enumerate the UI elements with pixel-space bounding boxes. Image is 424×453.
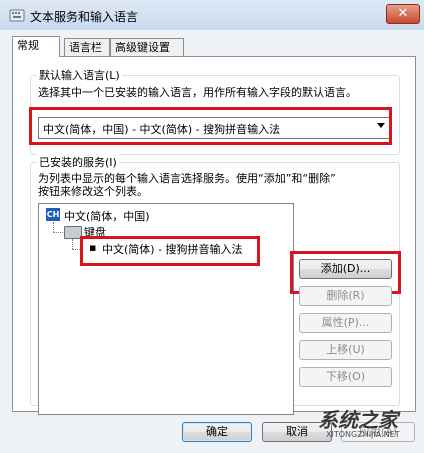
window-title: 文本服务和输入语言 [30,10,139,24]
watermark-subtext: XITONGZHIJIA.NET [326,430,400,439]
move-up-button[interactable]: 上移(U) [299,340,392,360]
site-watermark: 系统之家 XITONGZHIJIA.NET [298,400,424,453]
installed-services-description-2: 按钮来修改这个列表。 [38,185,148,198]
move-down-button[interactable]: 下移(O) [299,367,392,387]
ok-button[interactable]: 确定 [182,422,252,442]
remove-button[interactable]: 删除(R) [299,286,392,306]
default-language-description: 选择其中一个已安装的输入语言，用作所有输入字段的默认语言。 [38,86,357,99]
language-ch-icon: CH [46,208,60,221]
tree-item-language[interactable]: 中文(简体，中国) [64,208,150,224]
highlight-box-service [80,236,260,266]
tree-connector [53,222,54,232]
tab-language-bar[interactable]: 语言栏 [64,38,110,56]
tab-advanced-key-settings[interactable]: 高级键设置 [110,38,184,56]
tree-connector [53,232,63,233]
installed-services-tree[interactable]: CH 中文(简体，中国) 键盘 ▪ 中文(简体) - 搜狗拼音输入法 [38,203,294,415]
tree-connector [72,239,73,249]
watermark-text: 系统之家 [318,408,398,432]
title-bar[interactable]: 文本服务和输入语言 ✕ [0,0,424,30]
keyboard-globe-icon [9,9,25,22]
highlight-box-dropdown [29,107,392,145]
close-button[interactable]: ✕ [386,4,420,24]
tab-general[interactable]: 常规 [12,36,60,57]
default-language-label: 默认输入语言(L) [37,67,122,83]
dialog-window: 文本服务和输入语言 ✕ 常规 语言栏 高级键设置 默认输入语言(L) 选择其中一… [0,0,424,453]
installed-services-label: 已安装的服务(I) [37,154,119,170]
properties-button[interactable]: 属性(P)... [299,313,392,333]
